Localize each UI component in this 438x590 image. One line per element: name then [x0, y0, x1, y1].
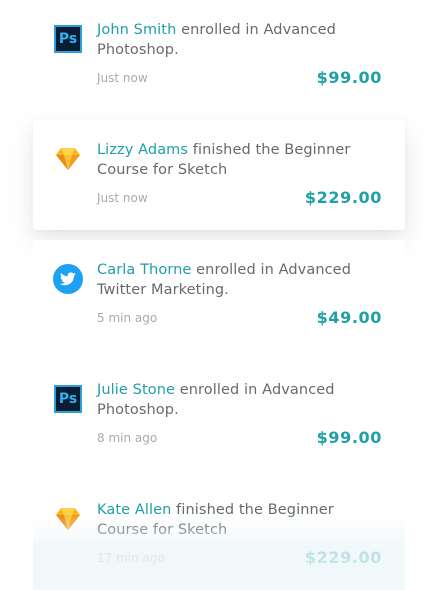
- feed-item[interactable]: Ps Julie Stone enrolled in Advanced Phot…: [33, 360, 405, 470]
- photoshop-icon: Ps: [53, 24, 83, 54]
- twitter-bird-icon: [60, 272, 76, 286]
- activity-feed: Ps John Smith enrolled in Advanced Photo…: [0, 0, 438, 590]
- photoshop-logo: Ps: [54, 25, 82, 53]
- feed-item[interactable]: Carla Thorne enrolled in Advanced Twitte…: [33, 240, 405, 350]
- feed-item[interactable]: Ps John Smith enrolled in Advanced Photo…: [33, 0, 405, 110]
- user-name[interactable]: Kate Allen: [97, 502, 171, 518]
- sketch-icon: [53, 144, 83, 174]
- price: $49.00: [316, 308, 382, 327]
- feed-item-message: Julie Stone enrolled in Advanced Photosh…: [97, 380, 367, 420]
- photoshop-icon: Ps: [53, 384, 83, 414]
- user-name[interactable]: Lizzy Adams: [97, 142, 188, 158]
- price: $99.00: [316, 428, 382, 447]
- feed-item[interactable]: Kate Allen finished the Beginner Course …: [33, 480, 405, 590]
- price: $229.00: [304, 548, 382, 567]
- feed-item-message: Carla Thorne enrolled in Advanced Twitte…: [97, 260, 367, 300]
- sketch-icon: [53, 504, 83, 534]
- user-name[interactable]: Julie Stone: [97, 382, 175, 398]
- feed-item-message: John Smith enrolled in Advanced Photosho…: [97, 20, 367, 60]
- user-name[interactable]: John Smith: [97, 22, 176, 38]
- timestamp: 8 min ago: [97, 431, 158, 445]
- feed-item-highlighted[interactable]: Lizzy Adams finished the Beginner Course…: [33, 120, 405, 230]
- twitter-logo: [53, 264, 83, 294]
- sketch-logo: [56, 508, 80, 530]
- price: $229.00: [304, 188, 382, 207]
- timestamp: Just now: [97, 191, 148, 205]
- feed-item-message: Kate Allen finished the Beginner Course …: [97, 500, 367, 540]
- feed-item-message: Lizzy Adams finished the Beginner Course…: [97, 140, 367, 180]
- price: $99.00: [316, 68, 382, 87]
- timestamp: 17 min ago: [97, 551, 165, 565]
- timestamp: 5 min ago: [97, 311, 158, 325]
- twitter-icon: [53, 264, 83, 294]
- timestamp: Just now: [97, 71, 148, 85]
- sketch-logo: [56, 148, 80, 170]
- photoshop-logo: Ps: [54, 385, 82, 413]
- user-name[interactable]: Carla Thorne: [97, 262, 191, 278]
